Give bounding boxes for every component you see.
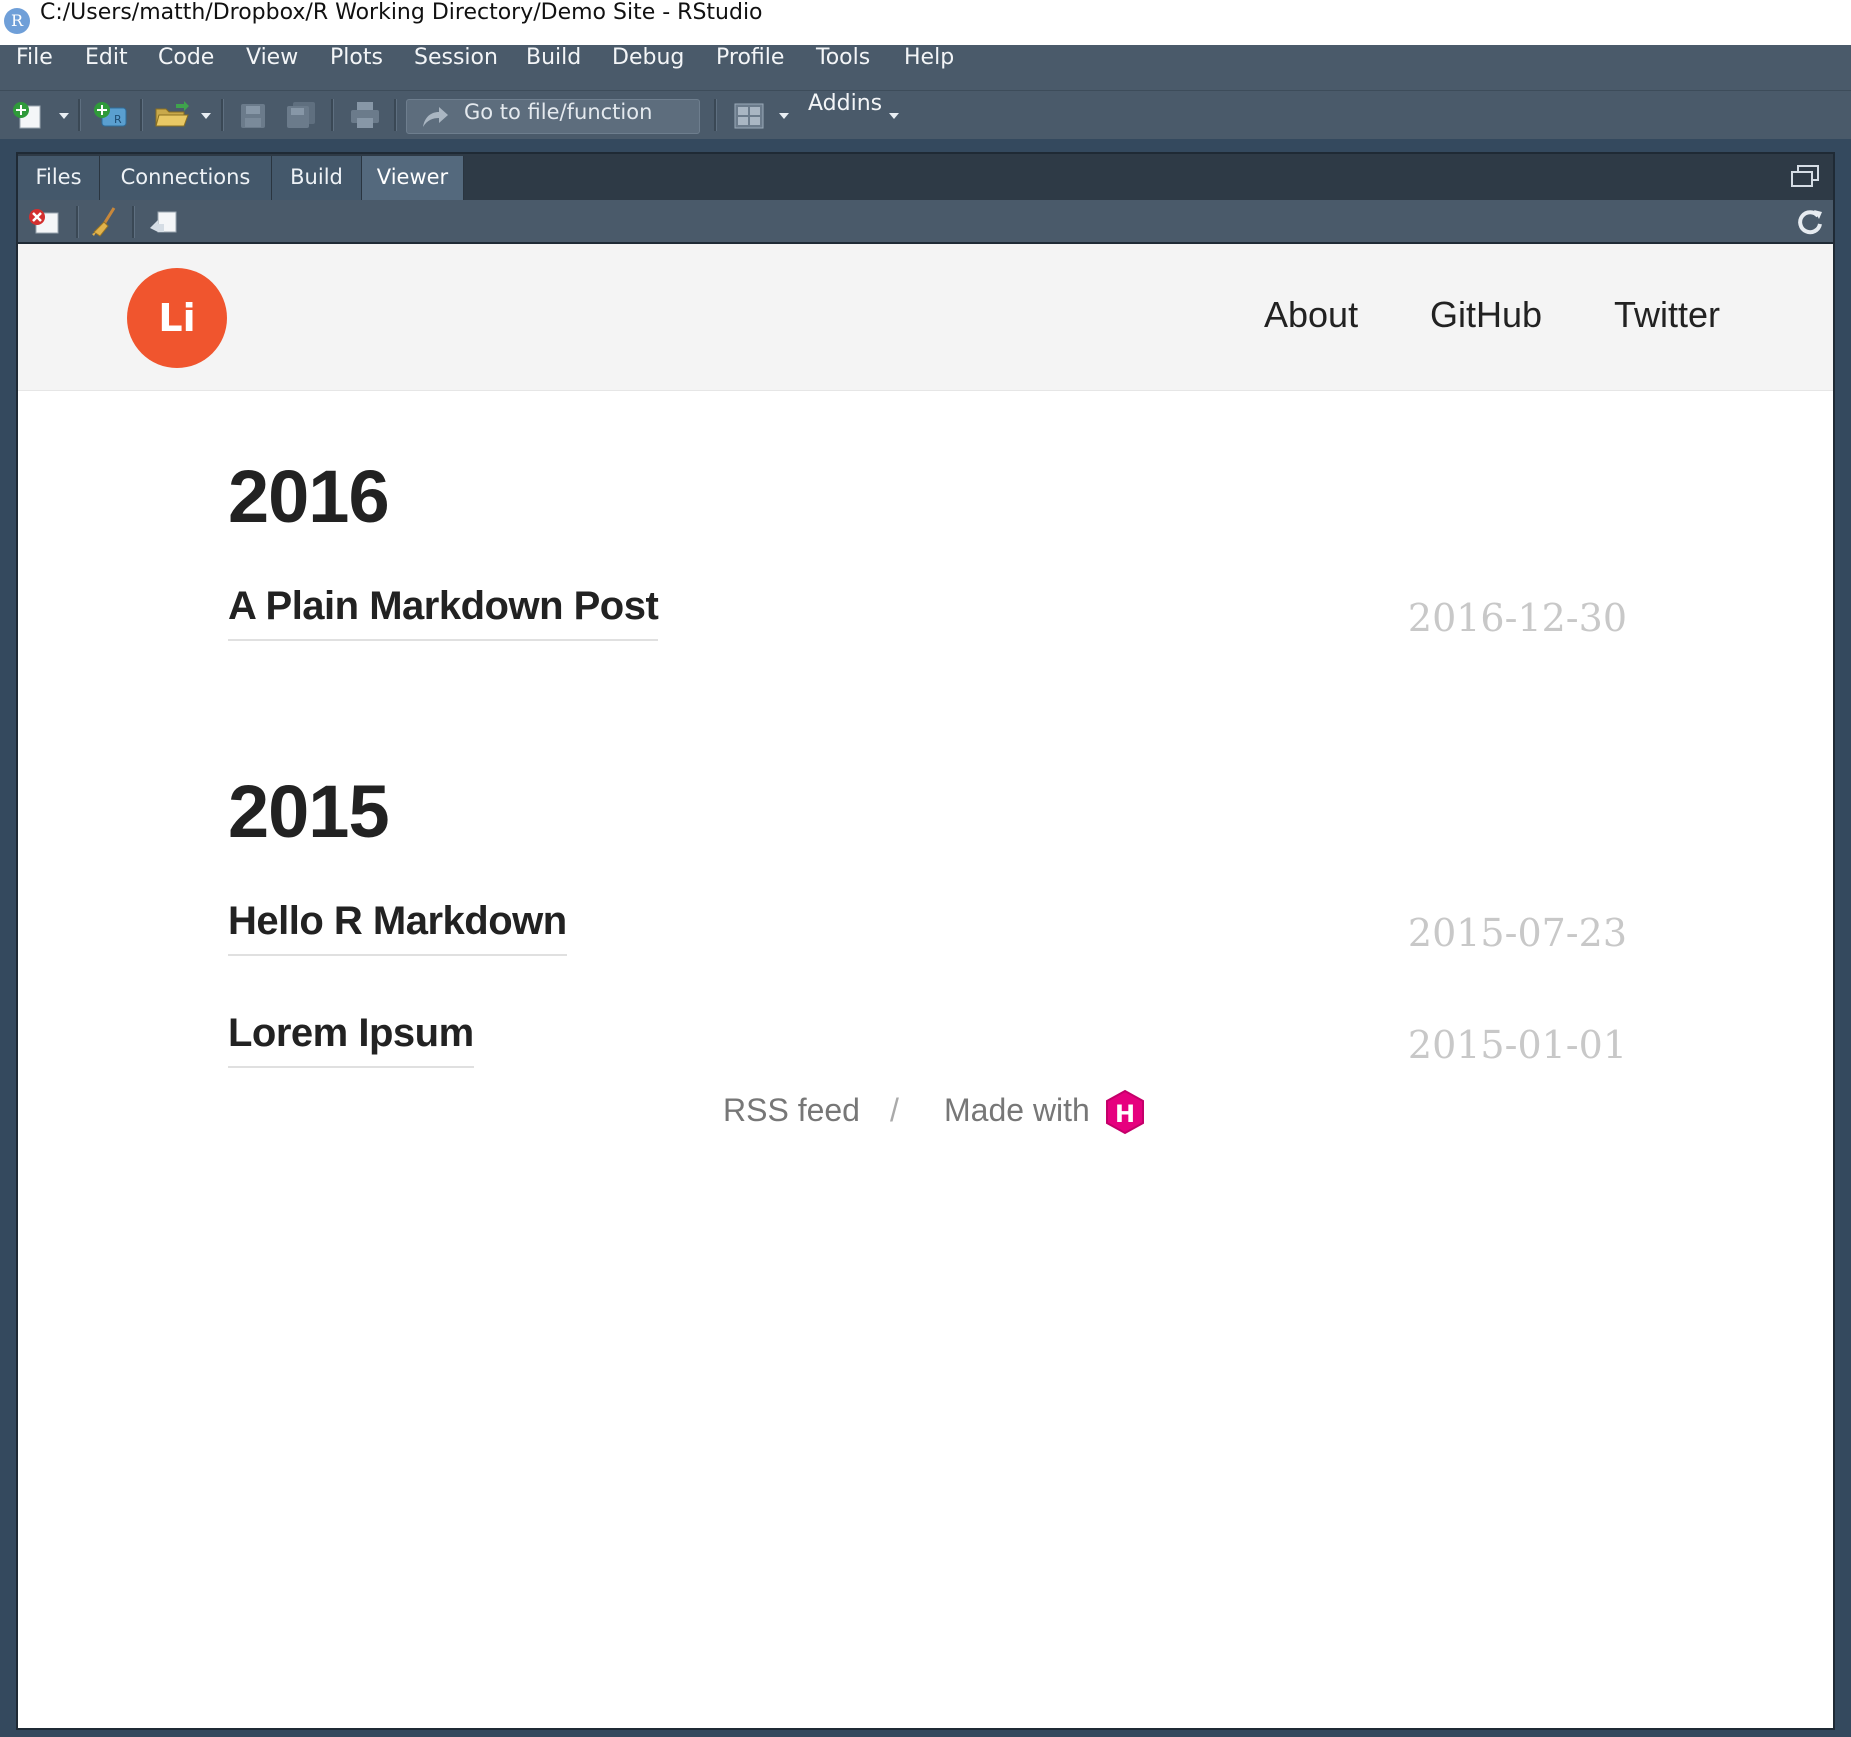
menu-help[interactable]: Help	[904, 45, 954, 90]
menu-code[interactable]: Code	[158, 45, 214, 90]
year-heading-2016: 2016	[228, 455, 390, 538]
rss-feed-link[interactable]: RSS feed	[723, 1092, 860, 1129]
menu-session[interactable]: Session	[414, 45, 498, 90]
menu-build[interactable]: Build	[526, 45, 581, 90]
nav-github-link[interactable]: GitHub	[1430, 294, 1542, 336]
main-toolbar: R Go to file/function Addins	[0, 90, 1851, 139]
menu-view[interactable]: View	[246, 45, 298, 90]
viewer-toolbar	[18, 200, 1833, 244]
open-file-dropdown-icon[interactable]	[201, 113, 211, 119]
menu-file[interactable]: File	[16, 45, 53, 90]
goto-file-function-input[interactable]: Go to file/function	[406, 99, 700, 134]
tab-files[interactable]: Files	[18, 156, 100, 200]
window-title-bar: R C:/Users/matth/Dropbox/R Working Direc…	[0, 0, 1851, 45]
print-icon[interactable]	[350, 101, 380, 129]
post-title-link[interactable]: Lorem Ipsum	[228, 1011, 474, 1068]
post-date: 2015-01-01	[1407, 1023, 1627, 1067]
menu-tools[interactable]: Tools	[816, 45, 870, 90]
toolbar-separator	[714, 99, 717, 131]
layout-dropdown-icon[interactable]	[779, 113, 789, 119]
grid-layout-icon[interactable]	[734, 103, 764, 129]
maximize-icon[interactable]	[1790, 164, 1820, 190]
broom-icon[interactable]	[90, 206, 122, 238]
toolbar-separator	[140, 99, 143, 131]
new-file-dropdown-icon[interactable]	[59, 113, 69, 119]
pane-tab-strip: Files Connections Build Viewer	[18, 154, 1833, 200]
menu-profile[interactable]: Profile	[716, 45, 784, 90]
menu-edit[interactable]: Edit	[85, 45, 128, 90]
nav-about-link[interactable]: About	[1264, 294, 1358, 336]
refresh-icon[interactable]	[1796, 208, 1824, 236]
tab-viewer[interactable]: Viewer	[362, 156, 464, 200]
toolbar-separator	[76, 206, 79, 238]
open-folder-icon[interactable]	[154, 101, 190, 129]
tab-build[interactable]: Build	[272, 156, 362, 200]
site-navbar: Li About GitHub Twitter	[18, 244, 1833, 391]
save-icon[interactable]	[240, 103, 266, 129]
save-all-icon[interactable]	[285, 101, 317, 129]
post-date: 2015-07-23	[1407, 911, 1627, 955]
clear-viewer-icon[interactable]	[28, 208, 60, 236]
addins-dropdown-icon[interactable]	[889, 113, 899, 119]
made-with-text: Made with	[944, 1092, 1090, 1128]
menu-plots[interactable]: Plots	[330, 45, 383, 90]
toolbar-separator	[78, 99, 81, 131]
viewer-pane: Files Connections Build Viewer Li About …	[16, 152, 1835, 1730]
new-file-icon[interactable]	[12, 101, 44, 129]
toolbar-separator	[331, 99, 334, 131]
viewer-content: Li About GitHub Twitter 2016 A Plain Mar…	[18, 244, 1833, 1728]
toolbar-separator	[221, 99, 224, 131]
footer-separator: /	[890, 1092, 899, 1128]
svg-text:R: R	[114, 113, 122, 126]
hugo-logo-icon[interactable]: H	[1104, 1089, 1146, 1135]
addins-menu[interactable]: Addins	[808, 91, 882, 116]
post-title-link[interactable]: Hello R Markdown	[228, 899, 567, 956]
post-title-link[interactable]: A Plain Markdown Post	[228, 584, 659, 641]
rstudio-app-icon: R	[4, 8, 30, 34]
tab-connections[interactable]: Connections	[100, 156, 272, 200]
menu-debug[interactable]: Debug	[612, 45, 684, 90]
window-title: C:/Users/matth/Dropbox/R Working Directo…	[40, 0, 763, 25]
svg-text:H: H	[1115, 1100, 1135, 1128]
year-heading-2015: 2015	[228, 770, 390, 853]
new-project-icon[interactable]: R	[92, 101, 128, 129]
menu-bar: File Edit Code View Plots Session Build …	[0, 45, 1851, 90]
export-icon[interactable]	[148, 208, 180, 236]
goto-arrow-icon	[421, 105, 449, 129]
goto-placeholder: Go to file/function	[464, 100, 653, 124]
nav-twitter-link[interactable]: Twitter	[1614, 294, 1720, 336]
post-date: 2016-12-30	[1407, 596, 1627, 640]
toolbar-separator	[132, 206, 135, 238]
site-logo[interactable]: Li	[127, 268, 227, 368]
toolbar-separator	[394, 99, 397, 131]
